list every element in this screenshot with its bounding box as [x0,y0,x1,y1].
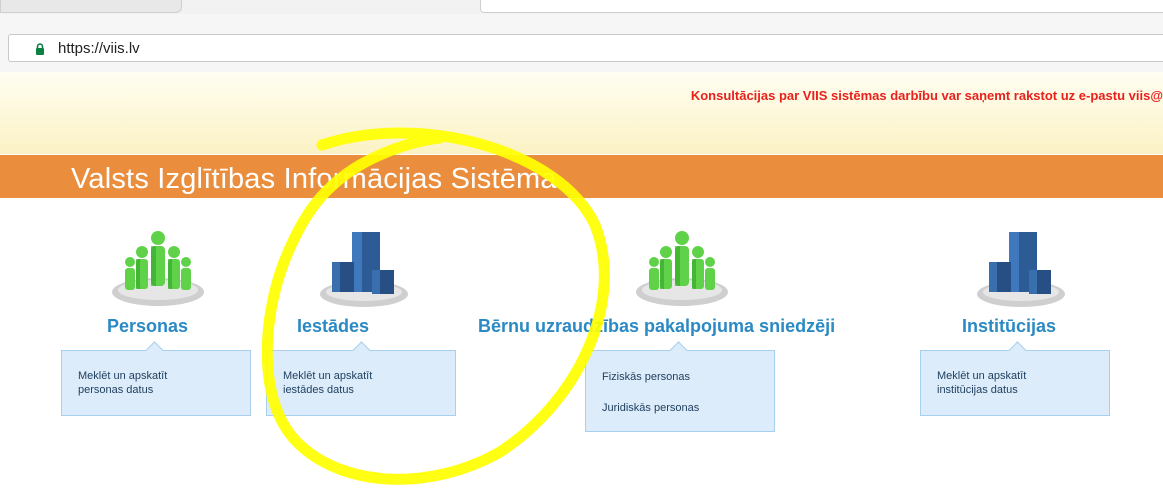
box-pointer [669,341,688,360]
consultation-notice: Konsultācijas par VIIS sistēmas darbību … [690,88,1163,103]
browser-tab-active[interactable] [480,0,1163,13]
browser-tabstrip [0,0,1163,14]
servers-icon[interactable] [314,228,414,310]
box-text-line: iestādes datus [283,384,354,396]
info-box-iestades[interactable]: Meklēt un apskatīt iestādes datus [266,341,456,416]
address-bar[interactable]: https://viis.lv [8,34,1163,62]
box-text-line: Meklēt un apskatīt [78,370,168,382]
info-box-personas[interactable]: Meklēt un apskatīt personas datus [61,341,251,416]
section-title-personas[interactable]: Personas [107,316,188,337]
site-title: Valsts Izglītības Informācijas Sistēma [71,163,557,195]
link-juridiskas-personas[interactable]: Juridiskās personas [602,402,699,414]
lock-icon [36,43,44,55]
info-box-institucijas[interactable]: Meklēt un apskatīt institūcijas datus [920,341,1110,416]
section-title-bernu-uzraudzibas[interactable]: Bērnu uzraudzības pakalpojuma sniedzēji [478,316,835,337]
box-text-line: Meklēt un apskatīt [283,370,373,382]
box-text-line: Meklēt un apskatīt [937,370,1027,382]
box-text-line: institūcijas datus [937,384,1018,396]
box-pointer [352,341,371,360]
url-text[interactable]: https://viis.lv [58,40,140,57]
people-icon[interactable] [106,222,210,308]
notice-band [0,72,1163,154]
people-icon[interactable] [630,222,734,308]
section-title-iestades[interactable]: Iestādes [297,316,369,337]
browser-tab[interactable] [0,0,182,13]
box-pointer [145,341,164,360]
section-title-institucijas[interactable]: Institūcijas [962,316,1056,337]
browser-toolbar: https://viis.lv [0,14,1163,72]
box-text-line: personas datus [78,384,154,396]
box-pointer [1008,341,1027,360]
link-fiziskas-personas[interactable]: Fiziskās personas [602,371,690,383]
servers-icon[interactable] [971,228,1071,310]
info-box-bernu-uzraudzibas[interactable]: Fiziskās personas Juridiskās personas [585,341,775,432]
